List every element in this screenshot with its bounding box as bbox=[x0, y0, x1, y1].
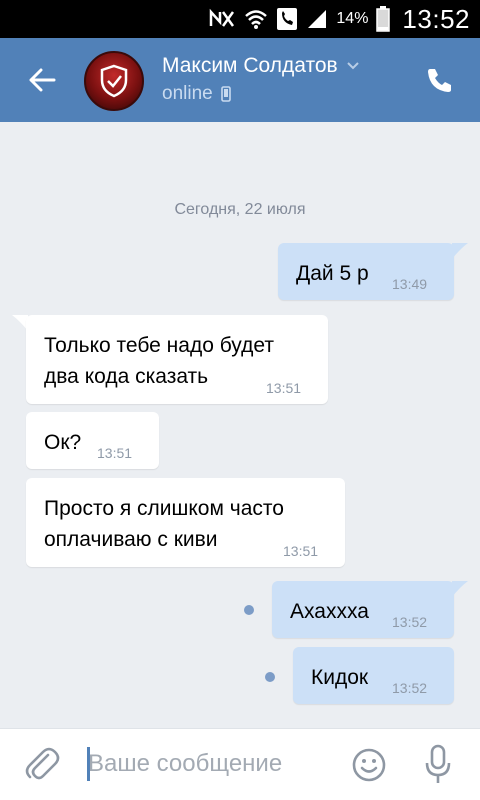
avatar[interactable] bbox=[84, 51, 144, 111]
smiley-icon bbox=[352, 748, 386, 782]
message-bubble-outgoing[interactable]: Кидок 13:52 bbox=[293, 647, 454, 704]
bubble-tail bbox=[452, 581, 468, 597]
emoji-button[interactable] bbox=[351, 747, 387, 783]
message-text: Дай 5 р bbox=[296, 262, 369, 285]
arrow-left-icon bbox=[29, 68, 56, 92]
battery-percent: 14% bbox=[336, 10, 369, 27]
chevron-down-icon bbox=[346, 62, 359, 70]
call-status-icon bbox=[277, 8, 298, 30]
message-text: Кидок bbox=[311, 666, 369, 689]
message-text: Ок? bbox=[44, 431, 82, 454]
chat-header: Максим Солдатов online bbox=[0, 38, 480, 122]
message-bubble-incoming[interactable]: Только тебе надо будет два кода сказать … bbox=[26, 315, 328, 404]
message-time: 13:52 bbox=[392, 614, 428, 630]
attach-button[interactable] bbox=[24, 745, 60, 785]
nfc-icon bbox=[210, 8, 235, 27]
paperclip-icon bbox=[25, 747, 60, 780]
unread-indicator bbox=[265, 672, 275, 682]
back-button[interactable] bbox=[22, 60, 62, 100]
signal-icon bbox=[308, 10, 327, 28]
message-text: Просто я слишком часто оплачиваю с киви bbox=[44, 497, 284, 551]
call-button[interactable] bbox=[422, 62, 458, 98]
date-separator: Сегодня, 22 июля bbox=[174, 201, 306, 218]
contact-name-row[interactable]: Максим Солдатов bbox=[162, 54, 360, 78]
status-bar: 14% 13:52 bbox=[0, 0, 480, 38]
message-time: 13:51 bbox=[266, 380, 302, 396]
message-time: 13:51 bbox=[97, 445, 133, 461]
microphone-button[interactable] bbox=[423, 743, 453, 787]
message-text: Ахаххха bbox=[290, 600, 369, 623]
message-bubble-outgoing[interactable]: Дай 5 р 13:49 bbox=[278, 243, 454, 300]
message-time: 13:52 bbox=[392, 680, 428, 696]
bubble-tail bbox=[452, 243, 468, 259]
contact-status-row: online bbox=[162, 83, 231, 105]
message-input[interactable] bbox=[88, 743, 338, 785]
message-bubble-outgoing[interactable]: Ахаххха 13:52 bbox=[272, 581, 454, 638]
contact-name: Максим Солдатов bbox=[162, 54, 338, 77]
shield-check-icon bbox=[100, 64, 128, 98]
battery-icon bbox=[376, 6, 391, 32]
message-bubble-incoming[interactable]: Просто я слишком часто оплачиваю с киви … bbox=[26, 478, 345, 567]
message-bubble-incoming[interactable]: Ок? 13:51 bbox=[26, 412, 159, 469]
message-time: 13:51 bbox=[283, 543, 319, 559]
contact-status: online bbox=[162, 83, 213, 104]
unread-indicator bbox=[244, 605, 254, 615]
message-time: 13:49 bbox=[392, 276, 428, 292]
message-text: Только тебе надо будет два кода сказать bbox=[44, 334, 274, 388]
mobile-phone-icon bbox=[220, 86, 231, 102]
message-composer bbox=[0, 728, 480, 800]
clock: 13:52 bbox=[402, 3, 470, 34]
wifi-icon bbox=[245, 10, 268, 29]
microphone-icon bbox=[425, 744, 451, 783]
phone-icon bbox=[428, 69, 451, 92]
